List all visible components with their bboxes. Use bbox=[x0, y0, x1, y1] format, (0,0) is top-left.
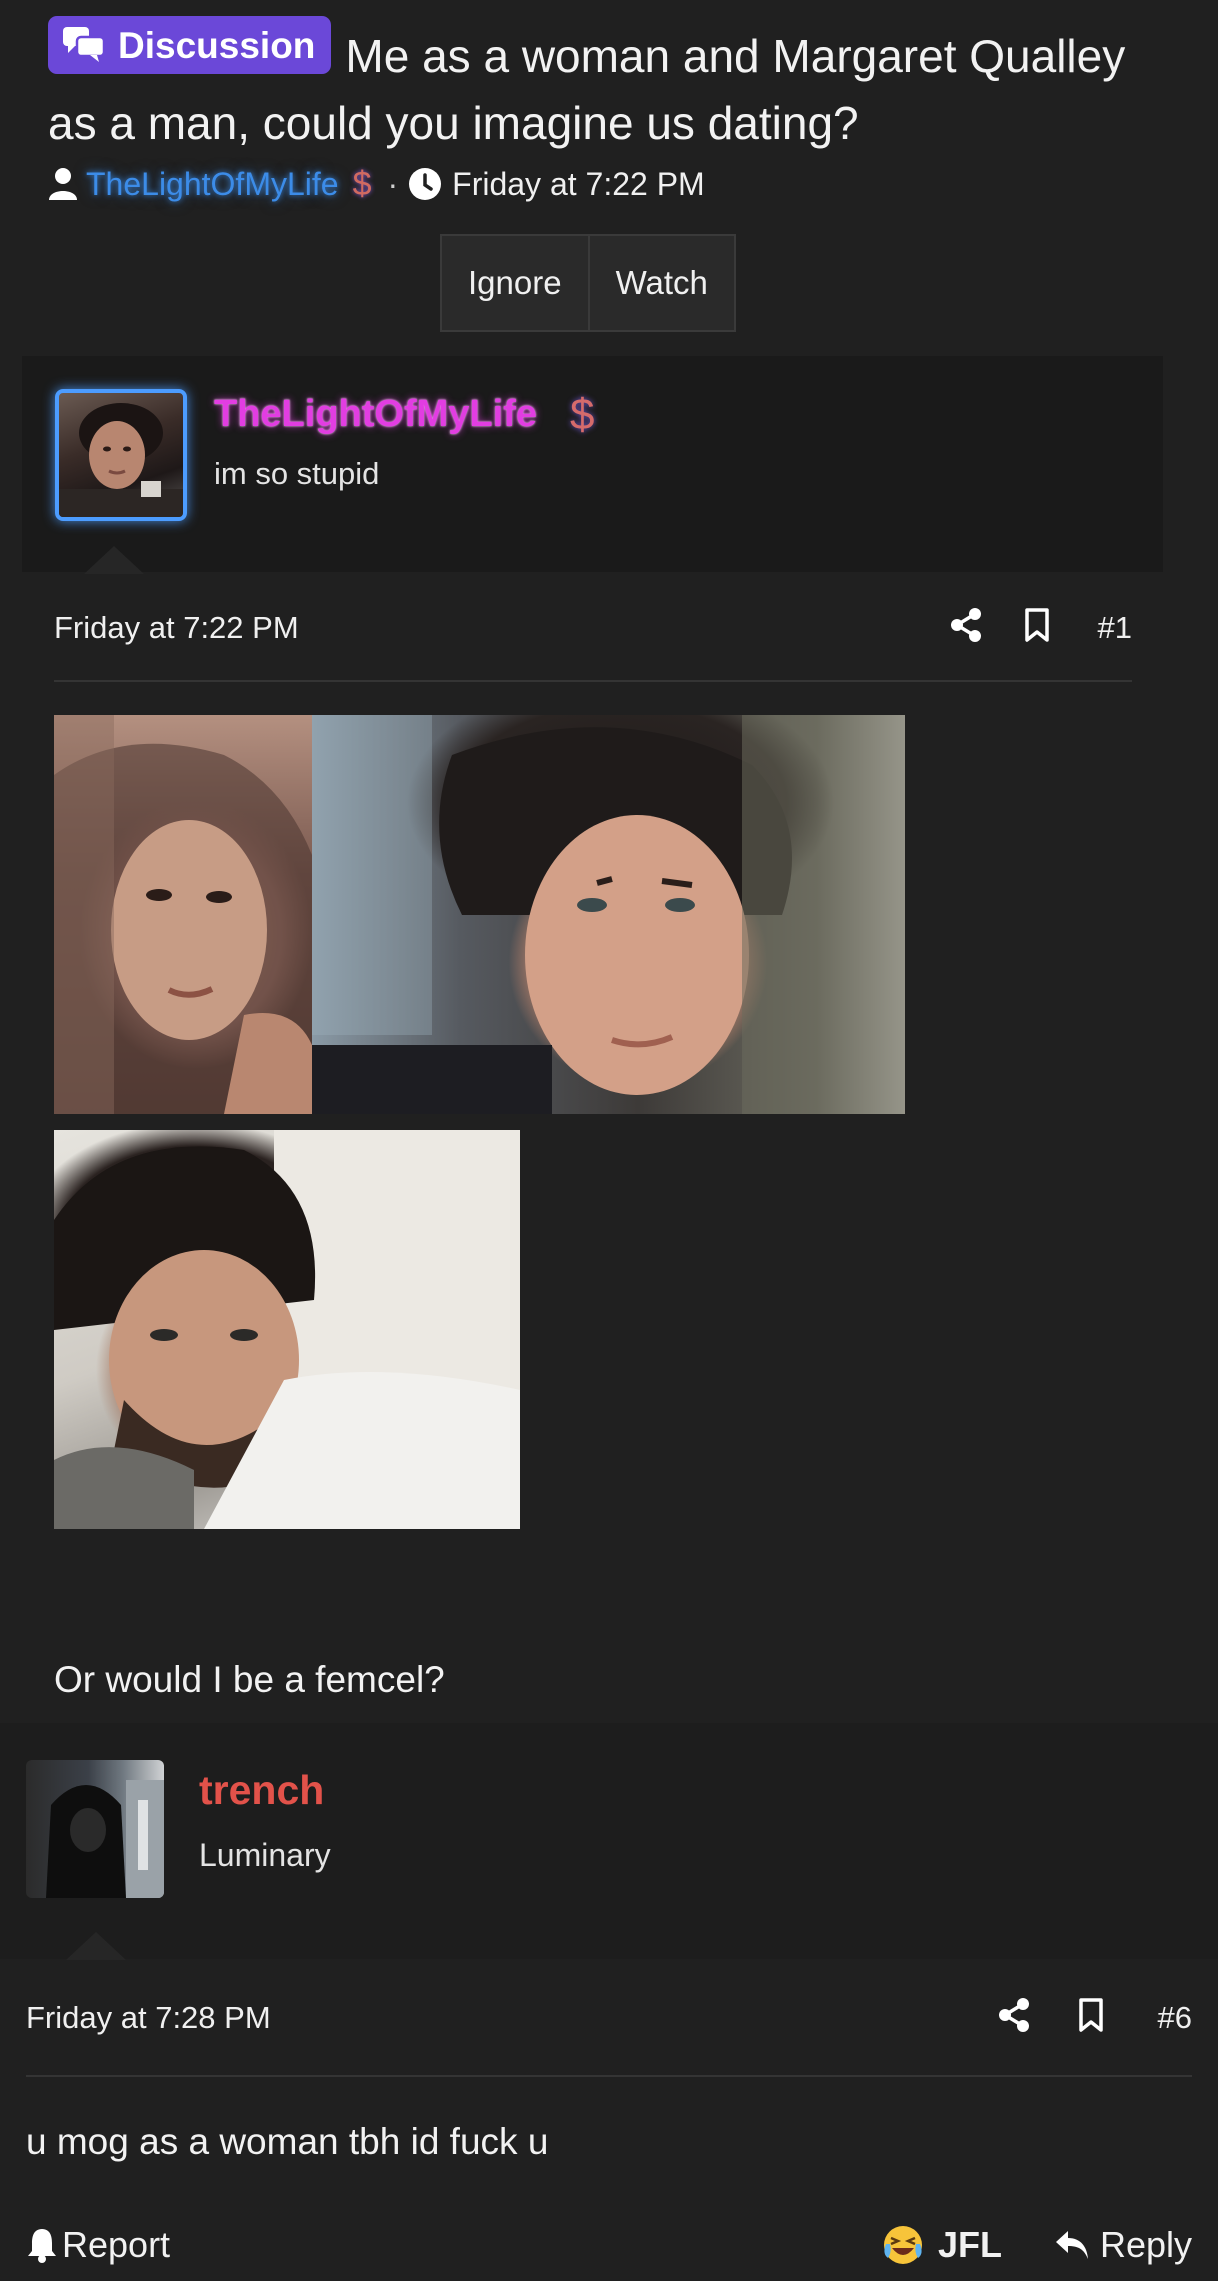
avatar-photo bbox=[59, 403, 183, 517]
post-image-1[interactable] bbox=[54, 715, 312, 1114]
reply-arrow-icon bbox=[1055, 2231, 1088, 2259]
thread-meta: TheLightOfMyLife $ · Friday at 7:22 PM bbox=[48, 162, 705, 206]
post-1-badge: $ bbox=[570, 390, 595, 439]
comments-icon bbox=[63, 27, 106, 62]
post-1-date[interactable]: Friday at 7:22 PM bbox=[54, 610, 299, 646]
watch-button[interactable]: Watch bbox=[587, 236, 734, 330]
post-1-user-block: TheLightOfMyLife $ im so stupid bbox=[22, 356, 1163, 572]
discussion-prefix-label: Discussion bbox=[118, 24, 316, 66]
post-1-body-text: Or would I be a femcel? bbox=[54, 1659, 445, 1700]
share-icon[interactable] bbox=[998, 1998, 1030, 2040]
post-1-divider bbox=[54, 680, 1132, 682]
post-1-user-title: im so stupid bbox=[214, 456, 380, 491]
thread-actions: Ignore Watch bbox=[440, 234, 736, 332]
avatar[interactable] bbox=[26, 1760, 164, 1898]
thread-header: Discussion Me as a woman and Margaret Qu… bbox=[48, 16, 1178, 157]
discussion-prefix-badge[interactable]: Discussion bbox=[48, 16, 332, 74]
share-icon[interactable] bbox=[950, 608, 982, 650]
ignore-button[interactable]: Ignore bbox=[442, 236, 588, 330]
avatar-photo bbox=[46, 1780, 164, 1898]
thread-author-link[interactable]: TheLightOfMyLife bbox=[86, 166, 339, 203]
jfl-reaction-button[interactable]: JFL bbox=[882, 2224, 1002, 2266]
post-image-3[interactable] bbox=[54, 1130, 520, 1529]
reply-label: Reply bbox=[1099, 2224, 1192, 2265]
post-1-pointer bbox=[84, 546, 144, 574]
post-6-body-text: u mog as a woman tbh id fuck u bbox=[26, 2121, 549, 2162]
post-1-meta: Friday at 7:22 PM #1 bbox=[54, 598, 1132, 658]
jfl-label: JFL bbox=[938, 2224, 1003, 2265]
post-6-user-block: trench Luminary bbox=[0, 1723, 1218, 1959]
post-6-username[interactable]: trench bbox=[199, 1767, 324, 1814]
post-6-date[interactable]: Friday at 7:28 PM bbox=[26, 2000, 271, 2036]
post-6-number[interactable]: #6 bbox=[1158, 2000, 1192, 2036]
post-1-username[interactable]: TheLightOfMyLife bbox=[214, 393, 537, 436]
bell-icon bbox=[28, 2229, 56, 2263]
bookmark-icon[interactable] bbox=[1078, 1998, 1104, 2040]
avatar[interactable] bbox=[55, 389, 187, 521]
bookmark-icon[interactable] bbox=[1024, 608, 1050, 650]
post-image-2[interactable] bbox=[312, 715, 905, 1114]
post-6-user-title: Luminary bbox=[199, 1837, 331, 1873]
user-icon bbox=[49, 168, 77, 200]
post-6-pointer bbox=[66, 1932, 126, 1960]
post-1-number[interactable]: #1 bbox=[1098, 610, 1132, 646]
report-label: Report bbox=[62, 2224, 171, 2265]
post-6-meta: Friday at 7:28 PM #6 bbox=[26, 1988, 1192, 2048]
thread-date[interactable]: Friday at 7:22 PM bbox=[452, 166, 705, 203]
laughing-crying-emoji-icon bbox=[884, 2226, 922, 2264]
post-6-actions: Report JFL Reply bbox=[26, 2218, 1192, 2274]
thread-title-line: Discussion Me as a woman and Margaret Qu… bbox=[48, 16, 1178, 157]
meta-separator: · bbox=[387, 165, 399, 202]
clock-icon bbox=[409, 168, 442, 200]
report-button[interactable]: Report bbox=[26, 2224, 170, 2266]
reply-button[interactable]: Reply bbox=[1054, 2224, 1192, 2266]
author-badge: $ bbox=[352, 164, 372, 203]
post-6-divider bbox=[26, 2075, 1192, 2077]
